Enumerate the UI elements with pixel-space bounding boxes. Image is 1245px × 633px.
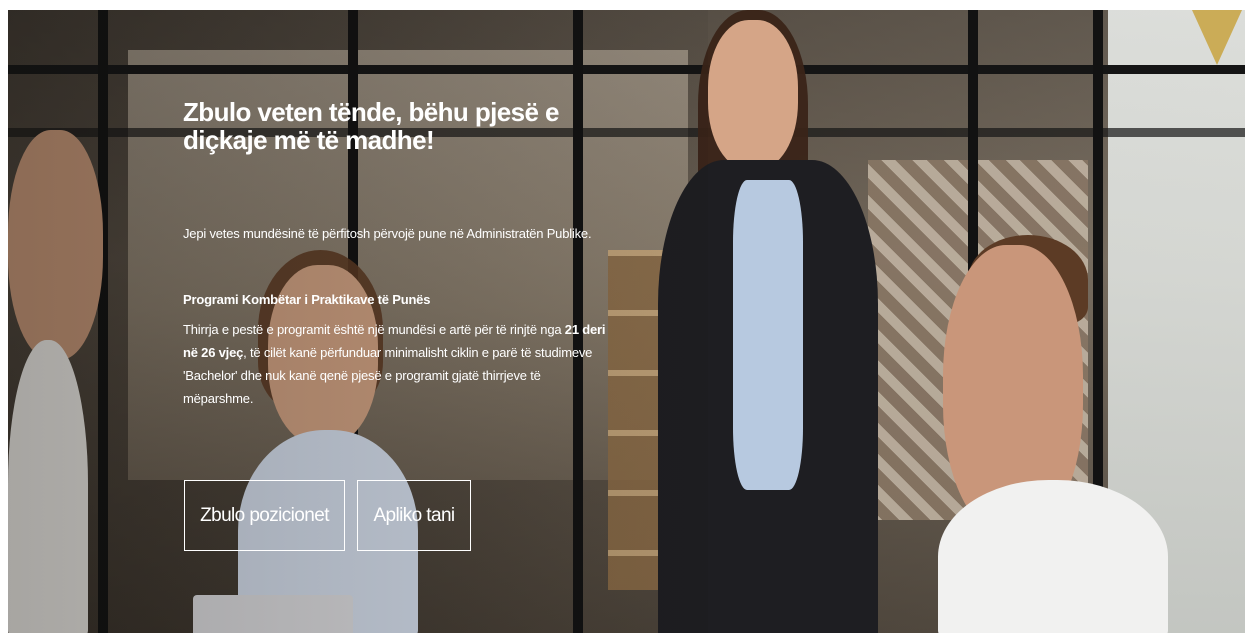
- hero-lead-text: Jepi vetes mundësinë të përfitosh përvoj…: [183, 226, 592, 241]
- program-title: Programi Kombëtar i Praktikave të Punës: [183, 292, 431, 307]
- discover-positions-button[interactable]: Zbulo pozicionet: [184, 480, 345, 551]
- program-description-text: , të cilët kanë përfunduar minimalisht c…: [183, 345, 593, 406]
- apply-now-button[interactable]: Apliko tani: [357, 480, 471, 551]
- hero-content: Zbulo veten tënde, bëhu pjesë e diçkaje …: [0, 0, 1245, 633]
- program-description-text: Thirrja e pestë e programit është një mu…: [183, 322, 565, 337]
- hero-headline: Zbulo veten tënde, bëhu pjesë e diçkaje …: [183, 97, 559, 155]
- program-description: Thirrja e pestë e programit është një mu…: [183, 318, 613, 410]
